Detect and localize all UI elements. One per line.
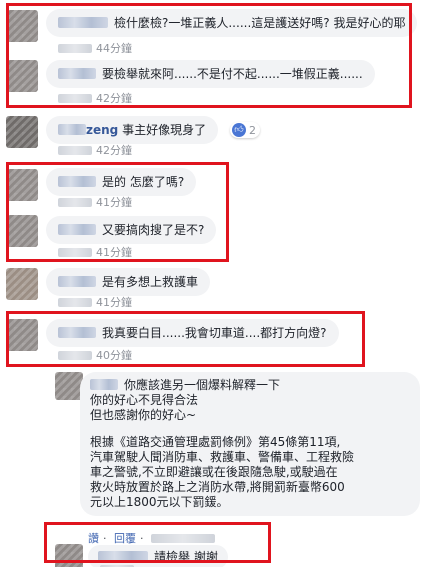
comment-text: 是有多想上救護車 (102, 275, 199, 289)
law-line: 車之警號,不立即避讓或在後跟隨急駛,或駛過在 (90, 465, 338, 479)
commenter-name[interactable] (58, 276, 96, 287)
comment-row: zeng 事主好像現身了 👍︎ 2 42分鐘 (0, 114, 445, 158)
law-line: 元以上1800元以下罰鍰。 (90, 495, 229, 509)
comment-meta: 42分鐘 (58, 142, 132, 158)
comment-meta (100, 563, 138, 567)
avatar[interactable] (6, 268, 38, 300)
thumbs-up-icon: 👍︎ (232, 123, 246, 137)
action-links[interactable] (58, 146, 92, 155)
highlight-frame (6, 162, 229, 262)
commenter-name[interactable]: zeng (86, 123, 118, 137)
avatar[interactable] (55, 372, 83, 400)
comment-text: 事主好像現身了 (122, 123, 207, 137)
reaction-badge[interactable]: 👍︎ 2 (230, 122, 260, 138)
reply-line: 但也感謝你的好心~ (90, 408, 197, 422)
comment-time[interactable]: 42分鐘 (96, 144, 132, 157)
comment-bubble: 是有多想上救護車 (46, 268, 211, 296)
reaction-count: 2 (249, 123, 256, 137)
comment-row: 是有多想上救護車 41分鐘 (0, 266, 445, 310)
law-line: 根據《道路交通管理處罰條例》第45條第11項, (90, 435, 341, 449)
law-line: 汽車駕駛人聞消防車、救護車、警備車、工程救險 (90, 450, 355, 464)
law-line: 救火時放置於路上之消防水帶,將開罰新臺幣600 (90, 480, 345, 494)
action-links[interactable] (58, 298, 92, 307)
reply-bubble: 你應該進另一個爆料解釋一下 你的好心不見得合法 但也感謝你的好心~ 根據《道路交… (80, 372, 420, 516)
avatar[interactable] (6, 116, 38, 148)
highlight-frame (6, 3, 412, 108)
comment-bubble: zeng 事主好像現身了 (46, 116, 219, 144)
name-blur (58, 124, 86, 135)
comment-time[interactable]: 41分鐘 (96, 296, 132, 309)
comment-meta: 41分鐘 (58, 294, 132, 310)
highlight-frame (44, 522, 271, 563)
reply-line: 你的好心不見得合法 (90, 393, 199, 407)
reply-line: 你應該進另一個爆料解釋一下 (124, 378, 281, 392)
commenter-name[interactable] (90, 379, 118, 390)
highlight-frame (6, 311, 365, 367)
